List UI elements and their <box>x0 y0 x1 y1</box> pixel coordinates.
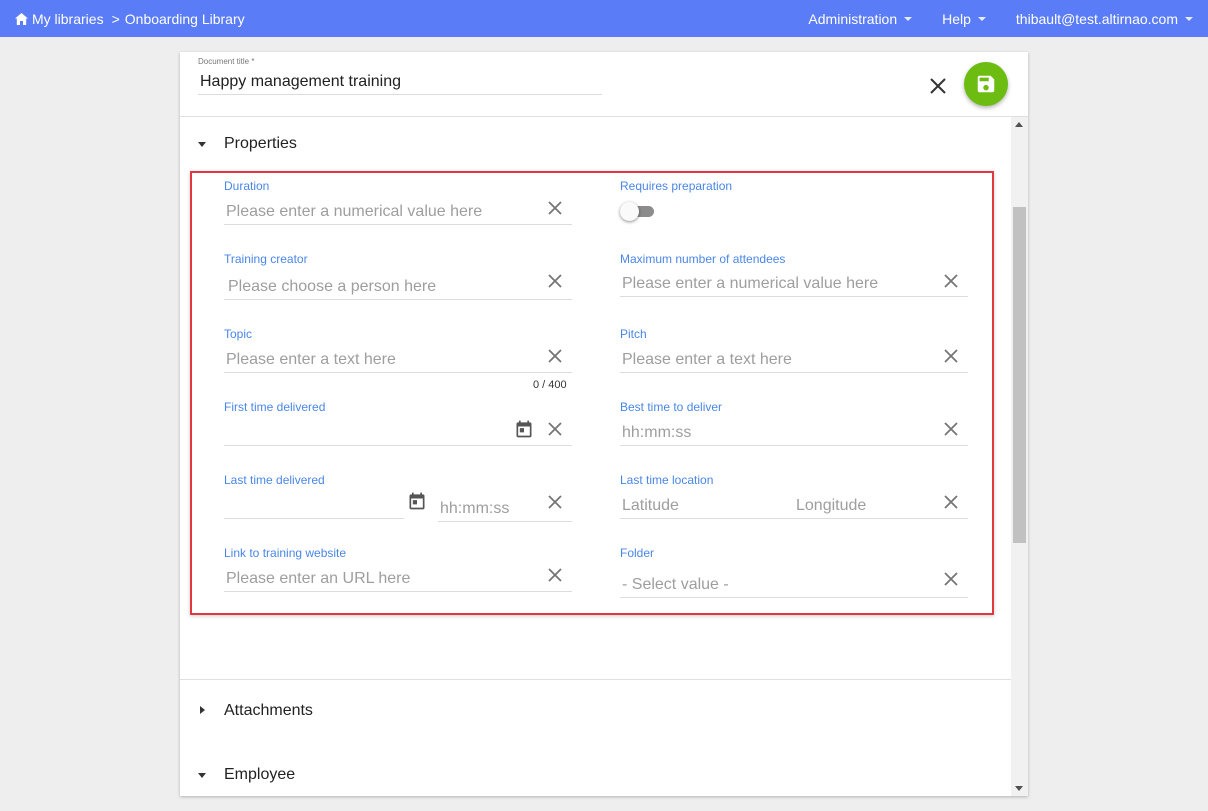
training-creator-input[interactable] <box>224 274 572 300</box>
first-time-delivered-label: First time delivered <box>224 400 326 414</box>
clear-icon[interactable] <box>942 420 960 438</box>
triangle-down-icon <box>198 142 206 147</box>
clear-icon[interactable] <box>942 272 960 290</box>
document-header: Document title * <box>180 52 1028 117</box>
triangle-down-icon <box>198 773 206 778</box>
duration-input[interactable] <box>224 199 572 225</box>
document-title-input[interactable] <box>198 69 602 95</box>
folder-label: Folder <box>620 546 655 560</box>
link-input[interactable] <box>224 566 572 592</box>
section-attachments-title: Attachments <box>224 702 313 719</box>
clear-icon[interactable] <box>546 493 564 511</box>
last-time-delivered-label: Last time delivered <box>224 473 325 487</box>
document-title-label: Document title * <box>198 57 255 66</box>
scroll-up-arrow[interactable] <box>1015 122 1023 127</box>
pitch-label: Pitch <box>620 327 647 341</box>
user-menu-label: thibault@test.altirnao.com <box>1015 11 1178 27</box>
triangle-right-icon <box>200 706 205 714</box>
clear-icon[interactable] <box>942 570 960 588</box>
max-attendees-label: Maximum number of attendees <box>620 252 786 266</box>
clear-icon[interactable] <box>546 420 564 438</box>
calendar-icon[interactable] <box>514 419 534 439</box>
help-menu-label: Help <box>942 11 971 27</box>
top-nav: Administration Help thibault@test.altirn… <box>778 11 1193 27</box>
breadcrumb-separator: > <box>111 11 120 27</box>
clear-icon[interactable] <box>546 272 564 290</box>
top-bar: My libraries > Onboarding Library Admini… <box>0 0 1208 37</box>
clear-icon[interactable] <box>942 347 960 365</box>
scroll-thumb[interactable] <box>1013 207 1026 543</box>
latitude-input[interactable] <box>620 493 794 519</box>
requires-preparation-label: Requires preparation <box>620 179 733 193</box>
caret-down-icon <box>977 17 986 21</box>
administration-menu[interactable]: Administration <box>808 11 913 27</box>
link-label: Link to training website <box>224 546 347 560</box>
section-properties-title: Properties <box>224 135 297 152</box>
save-icon <box>977 75 995 93</box>
help-menu[interactable]: Help <box>942 11 986 27</box>
best-time-label: Best time to deliver <box>620 400 723 414</box>
caret-down-icon <box>904 17 913 21</box>
training-creator-label: Training creator <box>224 252 308 266</box>
section-divider <box>180 679 1011 680</box>
clear-icon[interactable] <box>546 199 564 217</box>
breadcrumb: My libraries > Onboarding Library <box>15 11 245 27</box>
section-employee-title: Employee <box>224 766 296 783</box>
administration-menu-label: Administration <box>808 11 898 27</box>
last-time-delivered-date-input[interactable] <box>224 493 404 519</box>
topic-label: Topic <box>224 327 253 341</box>
folder-select[interactable] <box>620 572 968 598</box>
clear-icon[interactable] <box>546 566 564 584</box>
requires-preparation-toggle[interactable] <box>620 201 656 221</box>
save-button[interactable] <box>964 62 1008 106</box>
panel-scrollbar[interactable] <box>1011 117 1028 796</box>
toggle-knob <box>620 202 639 221</box>
section-employee-header[interactable]: Employee <box>180 755 1011 795</box>
last-time-location-label: Last time location <box>620 473 714 487</box>
home-icon <box>15 13 28 25</box>
close-icon[interactable] <box>924 72 952 100</box>
topic-input[interactable] <box>224 347 572 373</box>
max-attendees-input[interactable] <box>620 271 968 297</box>
user-menu[interactable]: thibault@test.altirnao.com <box>1016 11 1193 27</box>
section-properties-header[interactable]: Properties <box>180 124 1011 164</box>
clear-icon[interactable] <box>942 493 960 511</box>
duration-label: Duration <box>224 179 270 193</box>
calendar-icon[interactable] <box>407 491 427 511</box>
topic-char-counter: 0 / 400 <box>533 379 567 391</box>
best-time-input[interactable] <box>620 420 968 446</box>
breadcrumb-my-libraries[interactable]: My libraries <box>32 11 104 27</box>
pitch-input[interactable] <box>620 347 968 373</box>
clear-icon[interactable] <box>546 347 564 365</box>
scroll-down-arrow[interactable] <box>1015 786 1023 791</box>
section-attachments-header[interactable]: Attachments <box>180 691 1011 731</box>
caret-down-icon <box>1185 17 1193 21</box>
breadcrumb-current-library[interactable]: Onboarding Library <box>125 11 245 27</box>
